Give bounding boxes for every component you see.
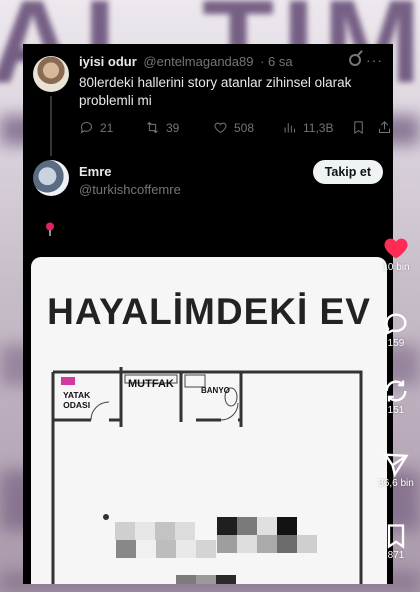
reply-author-name[interactable]: Emre xyxy=(79,164,112,179)
floor-plan-drawing xyxy=(51,367,363,584)
post-time: · 6 sa xyxy=(260,54,293,69)
bookmark-icon xyxy=(387,524,405,549)
bookmark-icon xyxy=(354,121,363,135)
reply-author-handle[interactable]: @turkishcoffemre xyxy=(79,182,181,197)
views-icon xyxy=(284,123,295,133)
grok-icon[interactable] xyxy=(349,54,361,66)
heart-icon xyxy=(384,238,408,259)
views-count: 11,3B xyxy=(303,120,334,135)
repost-button[interactable]: 39 xyxy=(145,120,179,135)
save-action-count: 871 xyxy=(387,550,405,561)
save-action[interactable]: 871 xyxy=(378,522,414,561)
share-icon xyxy=(379,121,390,133)
follow-button[interactable]: Takip et xyxy=(312,160,383,184)
avatar[interactable] xyxy=(33,160,69,196)
repost-count: 39 xyxy=(166,120,180,135)
room-label-mutfak: MUTFAK xyxy=(128,378,174,390)
tweet-screenshot: iyisi odur @entelmaganda89 · 6 sa ··· 80… xyxy=(23,44,393,584)
reply-icon xyxy=(80,121,93,134)
like-action[interactable]: 10 bin xyxy=(378,234,414,273)
repost-action[interactable]: 151 xyxy=(378,377,414,416)
share-action-count: 36,6 bin xyxy=(378,478,414,489)
like-action-count: 10 bin xyxy=(382,262,410,273)
pin-icon xyxy=(46,222,54,236)
share-button[interactable] xyxy=(377,120,392,135)
tweet-actions: 21 39 508 11,3B xyxy=(79,120,392,138)
send-icon xyxy=(383,453,409,478)
avatar[interactable] xyxy=(33,56,69,92)
repost-action-count: 151 xyxy=(387,405,405,416)
author-handle[interactable]: @entelmaganda89 xyxy=(143,54,253,69)
tweet-header: iyisi odur @entelmaganda89 · 6 sa xyxy=(79,54,293,69)
author-name[interactable]: iyisi odur xyxy=(79,54,137,69)
reply-author: Emre @turkishcoffemre xyxy=(79,164,181,197)
like-button[interactable]: 508 xyxy=(213,120,254,135)
comment-action-count: 159 xyxy=(387,338,405,349)
repost-icon xyxy=(147,121,158,134)
floor-plan-image[interactable]: HAYALİMDEKİ EV YATAK ODASI MUTFAK BANYO xyxy=(31,257,387,584)
comment-icon xyxy=(384,313,407,336)
like-count: 508 xyxy=(234,120,255,135)
repost-icon xyxy=(385,380,407,402)
tweet-text: 80lerdeki hallerini story atanlar zihins… xyxy=(79,75,352,108)
views-button[interactable]: 11,3B xyxy=(282,120,333,135)
bookmark-button[interactable] xyxy=(351,120,366,135)
share-action[interactable]: 36,6 bin xyxy=(378,450,414,489)
comment-action[interactable]: 159 xyxy=(378,310,414,349)
thread-line xyxy=(50,96,52,156)
room-label-banyo: BANYO xyxy=(201,386,230,395)
heart-icon xyxy=(214,122,227,134)
room-label-yatak-odasi: YATAK ODASI xyxy=(63,390,91,410)
reply-count: 21 xyxy=(100,120,114,135)
more-icon[interactable]: ··· xyxy=(366,52,383,68)
reply-button[interactable]: 21 xyxy=(79,120,113,135)
